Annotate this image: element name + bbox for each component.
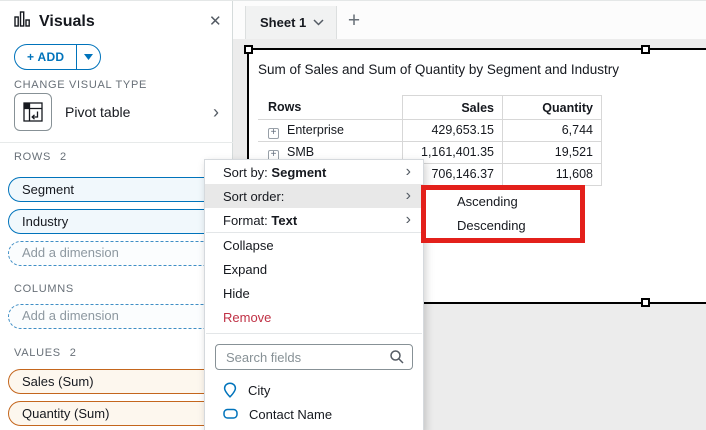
menu-item-label: Format: [223, 213, 271, 228]
columns-add-dimension-dropzone[interactable]: Add a dimension [8, 304, 224, 329]
field-name: City [248, 383, 270, 398]
chevron-right-icon: › [406, 163, 411, 181]
values-section-label: VALUES2 [14, 347, 77, 359]
caret-down-icon [84, 54, 93, 60]
field-well-pill-quantity-sum[interactable]: Quantity (Sum) [8, 401, 224, 426]
visual-type-selector[interactable]: Pivot table › [14, 93, 219, 131]
header-rows: Rows [258, 95, 402, 120]
dropzone-placeholder: Add a dimension [22, 308, 119, 323]
resize-handle-top-left[interactable] [244, 45, 253, 54]
sales-value-cell: 429,653.15 [402, 120, 502, 142]
sort-order-submenu-annotation: Ascending Descending [421, 185, 585, 243]
add-button-dropdown[interactable] [76, 45, 100, 69]
menu-item-hide[interactable]: Hide [205, 281, 423, 305]
field-search [215, 344, 413, 370]
header-quantity[interactable]: Quantity [502, 95, 602, 120]
visual-title: Sum of Sales and Sum of Quantity by Segm… [258, 62, 619, 77]
menu-item-label: Expand [223, 262, 267, 277]
header-sales[interactable]: Sales [402, 95, 502, 120]
chevron-right-icon: › [406, 187, 411, 205]
menu-item-label: Collapse [223, 238, 274, 253]
panel-divider [0, 142, 233, 143]
rows-count: 2 [60, 151, 67, 163]
sheet-tab-bar: Sheet 1 + [233, 1, 706, 39]
quantity-value-cell: 6,744 [502, 120, 602, 142]
visuals-panel: Visuals ✕ + ADD CHANGE VISUAL TYPE P [0, 1, 233, 430]
pivot-table-icon [14, 93, 52, 131]
string-field-icon [223, 408, 238, 420]
visual-type-name: Pivot table [65, 104, 130, 120]
field-well-pill-segment[interactable]: Segment [8, 177, 224, 202]
menu-item-expand[interactable]: Expand [205, 257, 423, 281]
field-list-item-contact-name[interactable]: Contact Name [205, 402, 423, 426]
field-well-pill-sales-sum[interactable]: Sales (Sum) [8, 369, 224, 394]
add-visual-button[interactable]: + ADD [14, 44, 101, 70]
menu-item-remove[interactable]: Remove [205, 305, 423, 329]
columns-section-label: COLUMNS [14, 283, 74, 295]
chevron-right-icon: › [406, 211, 411, 229]
quantity-value-cell: 19,521 [502, 142, 602, 164]
close-icon[interactable]: ✕ [209, 12, 222, 30]
row-label-cell[interactable]: + Enterprise [258, 120, 402, 142]
bar-chart-icon [14, 11, 31, 32]
menu-separator [206, 333, 422, 334]
values-count: 2 [70, 347, 77, 359]
dropzone-placeholder: Add a dimension [22, 245, 119, 260]
search-input[interactable] [215, 344, 413, 370]
expand-icon[interactable]: + [268, 128, 279, 139]
pill-label: Quantity (Sum) [22, 406, 109, 421]
chevron-down-icon[interactable] [313, 19, 324, 26]
rows-section-label: ROWS2 [14, 151, 67, 163]
menu-item-sort-order[interactable]: Sort order: › [205, 184, 423, 208]
chevron-right-icon[interactable]: › [213, 103, 219, 121]
add-button-label: + ADD [15, 45, 76, 69]
tab-label: Sheet 1 [260, 15, 306, 30]
visuals-panel-header: Visuals [14, 11, 95, 32]
menu-item-value: Text [271, 213, 297, 228]
location-pin-icon [223, 382, 237, 398]
menu-item-label: Sort by: [223, 165, 271, 180]
table-row: + Enterprise 429,653.15 6,744 [258, 120, 602, 142]
menu-item-collapse[interactable]: Collapse [205, 233, 423, 257]
field-name: Contact Name [249, 407, 332, 422]
field-context-menu: Sort by: Segment › Sort order: › Format:… [204, 159, 424, 430]
quicksight-app: Visuals ✕ + ADD CHANGE VISUAL TYPE P [0, 0, 706, 430]
field-list-item-city[interactable]: City [205, 378, 423, 402]
field-well-pill-industry[interactable]: Industry [8, 209, 224, 234]
resize-handle-bottom-middle[interactable] [641, 298, 650, 307]
pill-label: Segment [22, 182, 74, 197]
row-label: Enterprise [287, 123, 344, 137]
menu-item-label: Remove [223, 310, 271, 325]
pill-label: Industry [22, 214, 68, 229]
pivot-header-row: Rows Sales Quantity [258, 95, 602, 120]
rows-add-dimension-dropzone[interactable]: Add a dimension [8, 241, 224, 266]
menu-item-sort-by[interactable]: Sort by: Segment › [205, 160, 423, 184]
tab-sheet-1[interactable]: Sheet 1 [245, 6, 337, 39]
pill-label: Sales (Sum) [22, 374, 94, 389]
menu-item-value: Segment [271, 165, 326, 180]
change-visual-type-label: CHANGE VISUAL TYPE [14, 79, 147, 91]
submenu-item-ascending[interactable]: Ascending [426, 190, 580, 214]
panel-title: Visuals [39, 13, 95, 31]
menu-item-label: Hide [223, 286, 250, 301]
menu-item-label: Sort order: [223, 189, 284, 204]
search-icon [389, 349, 405, 370]
add-sheet-button[interactable]: + [339, 6, 369, 36]
quantity-value-cell: 11,608 [502, 164, 602, 186]
row-label: SMB [287, 145, 314, 159]
menu-item-format[interactable]: Format: Text › [205, 208, 423, 232]
resize-handle-top-middle[interactable] [641, 45, 650, 54]
submenu-item-descending[interactable]: Descending [426, 214, 580, 238]
